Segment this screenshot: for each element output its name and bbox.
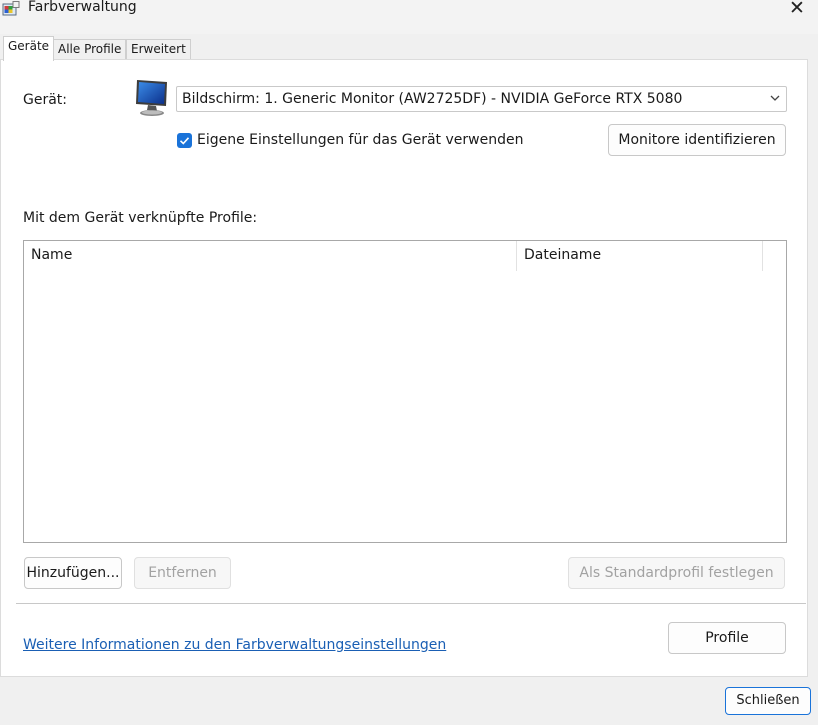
checkmark-icon bbox=[179, 137, 190, 145]
tab-strip: Alle Profile Erweitert Geräte bbox=[0, 36, 818, 61]
more-info-link[interactable]: Weitere Informationen zu den Farbverwalt… bbox=[23, 637, 446, 653]
profiles-list[interactable]: Name Dateiname bbox=[23, 240, 787, 543]
close-icon[interactable]: ✕ bbox=[787, 0, 807, 18]
column-header-name-label: Name bbox=[31, 247, 73, 263]
tab-geraete[interactable]: Geräte bbox=[3, 36, 55, 61]
device-select[interactable]: Bildschirm: 1. Generic Monitor (AW2725DF… bbox=[176, 86, 787, 112]
divider bbox=[16, 603, 806, 604]
associated-profiles-label: Mit dem Gerät verknüpfte Profile: bbox=[23, 210, 258, 226]
title-bar: Farbverwaltung ✕ bbox=[0, 0, 818, 34]
window-title: Farbverwaltung bbox=[28, 0, 137, 15]
column-header-name[interactable]: Name bbox=[24, 241, 517, 271]
tab-alle-profile[interactable]: Alle Profile bbox=[53, 39, 127, 59]
column-header-filename-label: Dateiname bbox=[524, 247, 602, 263]
remove-button[interactable]: Entfernen bbox=[134, 557, 231, 589]
add-button[interactable]: Hinzufügen... bbox=[24, 557, 122, 589]
device-label: Gerät: bbox=[23, 92, 68, 108]
close-button[interactable]: Schließen bbox=[725, 687, 811, 715]
use-own-settings-checkbox[interactable] bbox=[177, 133, 192, 148]
column-header-filename[interactable]: Dateiname bbox=[517, 241, 763, 271]
set-default-profile-button[interactable]: Als Standardprofil festlegen bbox=[568, 557, 785, 589]
monitor-icon bbox=[136, 80, 167, 116]
chevron-down-icon bbox=[770, 95, 780, 101]
color-management-icon bbox=[2, 1, 20, 16]
identify-monitors-button[interactable]: Monitore identifizieren bbox=[608, 124, 786, 156]
device-select-value: Bildschirm: 1. Generic Monitor (AW2725DF… bbox=[182, 91, 683, 107]
profile-button[interactable]: Profile bbox=[668, 622, 786, 654]
use-own-settings-label[interactable]: Eigene Einstellungen für das Gerät verwe… bbox=[197, 132, 523, 148]
tab-erweitert[interactable]: Erweitert bbox=[126, 39, 191, 59]
